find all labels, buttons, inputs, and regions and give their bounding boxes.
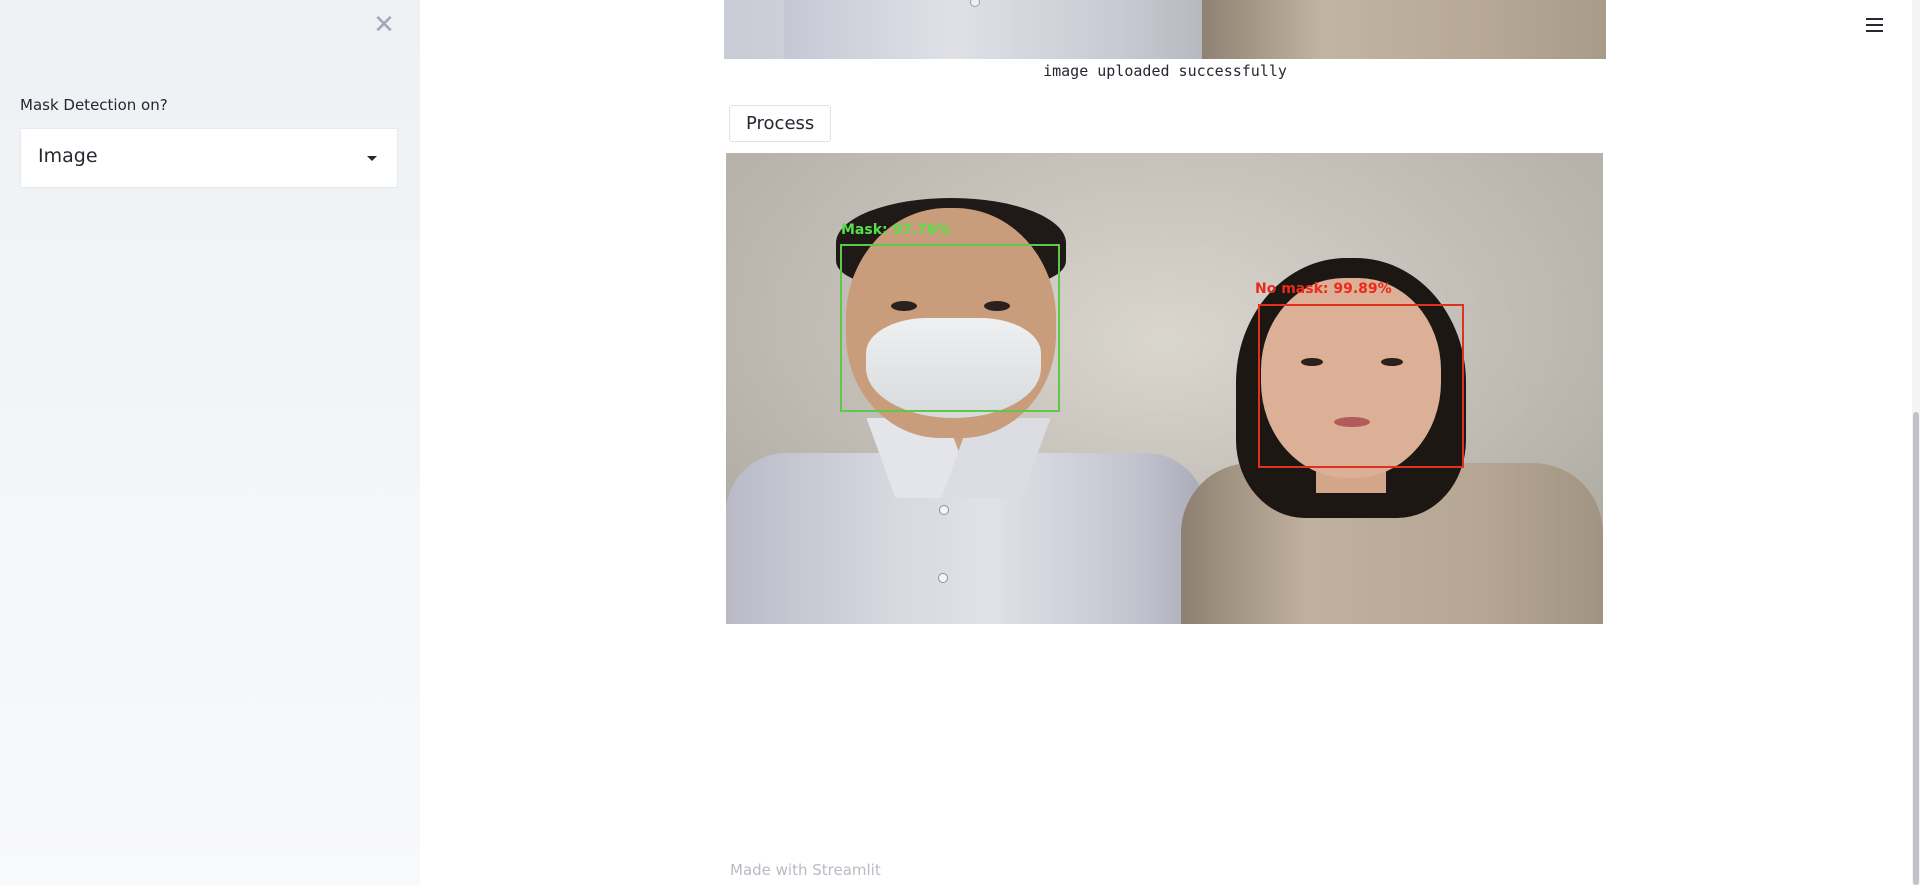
scrollbar-thumb[interactable] [1913,412,1919,885]
select-value: Image [38,145,98,167]
uploaded-image [724,0,1606,59]
no-mask-detection-label: No mask: 99.89% [1255,281,1392,297]
main-content: image uploaded successfully Process Mask… [420,0,1920,885]
process-button[interactable]: Process [729,105,832,142]
uploaded-image-shirt-right [1202,0,1606,59]
shirt-button [939,505,949,515]
chevron-down-icon [367,156,377,161]
upload-status-caption: image uploaded successfully [1043,62,1287,80]
mask-detection-box [840,244,1060,412]
footer-made-with-streamlit[interactable]: Made with Streamlit [730,861,881,879]
shirt-button [938,573,948,583]
sidebar: ✕ Mask Detection on? Image [0,0,420,885]
no-mask-detection-box [1258,304,1464,468]
uploaded-image-shirt-left [784,0,1204,59]
processed-image: Mask: 97.76% No mask: 99.89% [726,153,1603,624]
mask-detection-label: Mask: 97.76% [841,222,951,238]
close-icon[interactable]: ✕ [372,10,396,40]
mask-detection-label: Mask Detection on? [20,96,168,114]
hamburger-menu-icon[interactable] [1864,14,1886,36]
mask-detection-select[interactable]: Image [20,128,398,188]
